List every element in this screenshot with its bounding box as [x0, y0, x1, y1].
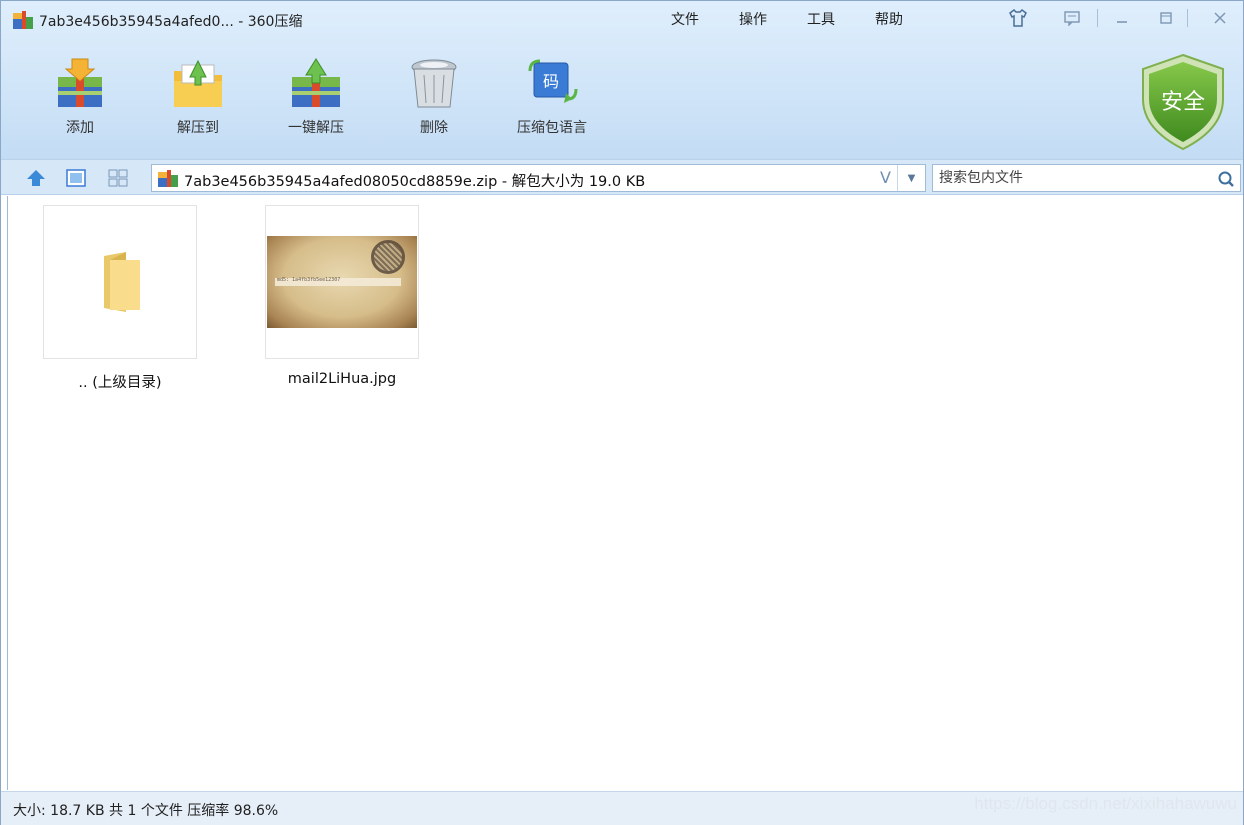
thumbnail-frame: [43, 205, 197, 359]
one-click-extract-button[interactable]: 一键解压: [257, 55, 375, 151]
main-toolbar: 添加 解压到 一键解压 删除 码 压缩包语言: [21, 55, 611, 151]
chevron-down-icon: ▼: [907, 172, 916, 184]
thumbnail-view-icon[interactable]: [65, 167, 87, 189]
status-bar: 大小: 18.7 KB 共 1 个文件 压缩率 98.6% https://bl…: [1, 791, 1243, 825]
delete-button[interactable]: 删除: [375, 55, 493, 151]
add-button[interactable]: 添加: [21, 55, 139, 151]
verify-mark-icon[interactable]: V: [880, 168, 891, 187]
postmark-stamp: [371, 240, 405, 274]
grid-view-icon[interactable]: [107, 167, 129, 189]
extract-to-icon: [174, 59, 222, 107]
delete-label: 删除: [420, 120, 448, 136]
window-title: 7ab3e456b35945a4afed0... - 360压缩: [39, 14, 303, 30]
one-click-extract-label: 一键解压: [288, 120, 344, 136]
up-arrow-icon[interactable]: [25, 167, 47, 189]
svg-text:码: 码: [543, 72, 559, 91]
search-box: [932, 164, 1241, 192]
title-toolbar-band: 7ab3e456b35945a4afed0... - 360压缩 文件 操作 工…: [1, 1, 1243, 159]
menu-tools[interactable]: 工具: [807, 9, 835, 29]
address-bar[interactable]: 7ab3e456b35945a4afed08050cd8859e.zip - 解…: [151, 164, 926, 192]
search-icon[interactable]: [1216, 169, 1236, 189]
address-row: 7ab3e456b35945a4afed08050cd8859e.zip - 解…: [1, 159, 1243, 195]
archive-language-button[interactable]: 码 压缩包语言: [493, 55, 611, 151]
archive-language-icon: 码: [528, 59, 578, 103]
file-item-parent-directory[interactable]: .. (上级目录): [42, 205, 198, 392]
menu-bar: 文件 操作 工具 帮助: [671, 9, 943, 29]
maximize-icon[interactable]: [1153, 7, 1179, 29]
security-shield-icon[interactable]: 安全: [1139, 53, 1227, 151]
file-list-area: .. (上级目录) md5: 1a4fb3fb5ee12307 mail2LiH…: [7, 196, 1237, 790]
watermark: https://blog.csdn.net/xixihahawuwu: [974, 794, 1237, 813]
address-path: 7ab3e456b35945a4afed08050cd8859e.zip - 解…: [184, 174, 646, 190]
feedback-icon[interactable]: [1059, 7, 1085, 29]
file-item-image[interactable]: md5: 1a4fb3fb5ee12307 mail2LiHua.jpg: [264, 205, 420, 387]
extract-to-label: 解压到: [177, 120, 219, 136]
close-icon[interactable]: [1207, 7, 1233, 29]
status-text: 大小: 18.7 KB 共 1 个文件 压缩率 98.6%: [13, 803, 279, 819]
thumbnail-frame: md5: 1a4fb3fb5ee12307: [265, 205, 419, 359]
image-thumbnail: md5: 1a4fb3fb5ee12307: [267, 236, 417, 328]
add-archive-icon: [58, 58, 102, 107]
skin-icon[interactable]: [1005, 7, 1031, 29]
menu-operation[interactable]: 操作: [739, 9, 767, 29]
address-dropdown-button[interactable]: ▼: [897, 165, 925, 191]
app-window: 7ab3e456b35945a4afed0... - 360压缩 文件 操作 工…: [0, 0, 1244, 825]
archive-app-icon: [13, 11, 33, 29]
add-label: 添加: [66, 120, 94, 136]
one-click-extract-icon: [292, 58, 340, 107]
archive-language-label: 压缩包语言: [517, 120, 587, 136]
file-name: .. (上级目录): [78, 375, 162, 391]
extract-to-button[interactable]: 解压到: [139, 55, 257, 151]
zip-file-icon: [158, 170, 178, 187]
title-separator: [1097, 9, 1098, 27]
search-input[interactable]: [939, 168, 1199, 188]
folder-icon: [104, 252, 140, 312]
security-badge-text: 安全: [1161, 90, 1205, 115]
menu-help[interactable]: 帮助: [875, 9, 903, 29]
title-bar: 7ab3e456b35945a4afed0... - 360压缩 文件 操作 工…: [1, 1, 1243, 33]
minimize-icon[interactable]: [1109, 7, 1135, 29]
thumbnail-md5-text: md5: 1a4fb3fb5ee12307: [277, 277, 341, 283]
title-separator: [1187, 9, 1188, 27]
file-name: mail2LiHua.jpg: [287, 371, 397, 387]
delete-icon: [411, 59, 457, 108]
menu-file[interactable]: 文件: [671, 9, 699, 29]
